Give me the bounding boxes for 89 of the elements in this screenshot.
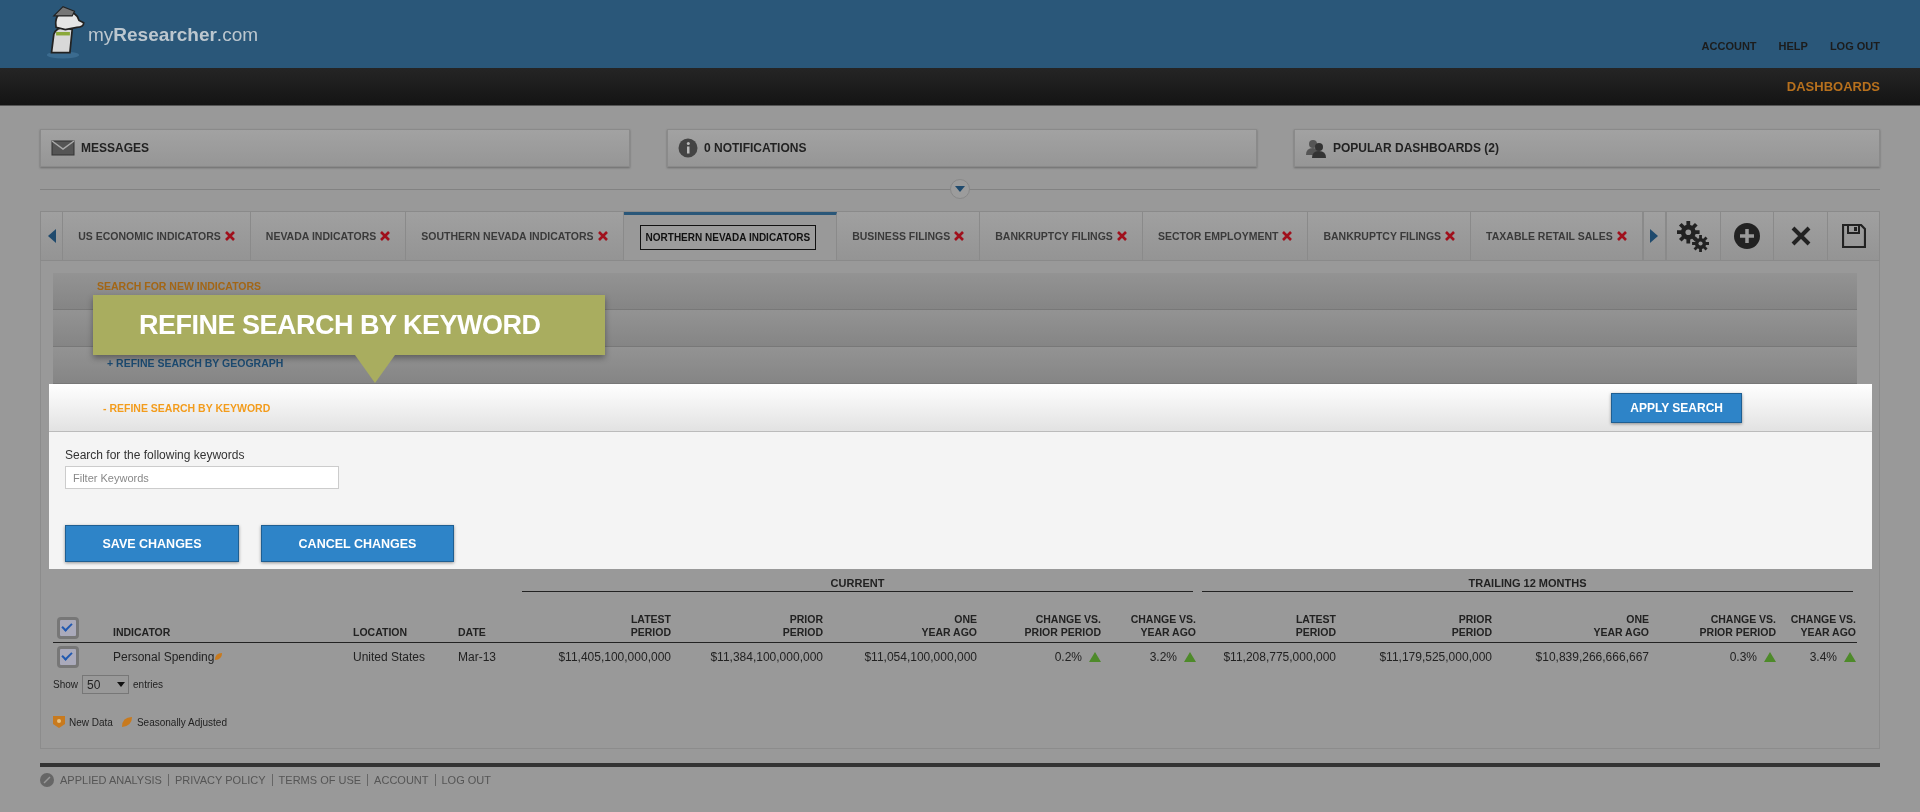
section-heading: SEARCH FOR NEW INDICATORS bbox=[97, 280, 262, 292]
apply-search-button[interactable]: APPLY SEARCH bbox=[1611, 392, 1742, 423]
close-icon bbox=[1790, 226, 1811, 246]
info-panel[interactable]: MESSAGES bbox=[40, 129, 630, 167]
panel-label: MESSAGES bbox=[81, 141, 149, 155]
gears-icon bbox=[1676, 220, 1711, 252]
people-icon bbox=[1305, 138, 1327, 158]
legend-label: New Data bbox=[69, 716, 113, 728]
close-icon[interactable] bbox=[1616, 231, 1627, 241]
legend-label: Seasonally Adjusted bbox=[136, 716, 227, 728]
table-cell: Mar-13 bbox=[458, 650, 496, 664]
close-icon[interactable] bbox=[1282, 231, 1293, 241]
close-icon[interactable] bbox=[1445, 231, 1456, 241]
column-header: CHANGE VS. YEAR AGO bbox=[1789, 613, 1857, 639]
logo-circle-icon bbox=[40, 773, 54, 787]
nav-link[interactable]: DASHBOARDS bbox=[1786, 79, 1880, 94]
column-header: CHANGE VS. PRIOR PERIOD bbox=[1698, 613, 1777, 639]
table-cell: Personal Spending bbox=[113, 650, 215, 664]
expand-caret-icon[interactable] bbox=[950, 179, 970, 199]
left-arrow-icon bbox=[47, 229, 56, 243]
column-header: LOCATION bbox=[353, 626, 409, 639]
caret-icon bbox=[117, 682, 125, 687]
info-panel[interactable]: POPULAR DASHBOARDS (2) bbox=[1294, 129, 1880, 167]
table-cell: 0.3% bbox=[1729, 650, 1757, 664]
entries-label: entries bbox=[133, 679, 164, 690]
table-cell: $11,384,100,000,000 bbox=[710, 650, 823, 664]
section-toggle-link[interactable]: + REFINE SEARCH BY GEOGRAPH bbox=[107, 357, 284, 369]
table-cell: 3.2% bbox=[1149, 650, 1177, 664]
site-logo[interactable]: myResearcher.com bbox=[88, 24, 259, 46]
header-link[interactable]: LOG OUT bbox=[1829, 40, 1880, 52]
badge-icon bbox=[53, 716, 65, 728]
dashboard-tab[interactable]: SECTOR EMPLOYMENT bbox=[1142, 212, 1309, 260]
column-header: CHANGE VS. YEAR AGO bbox=[1129, 613, 1197, 639]
table-cell: $10,839,266,666,667 bbox=[1535, 650, 1649, 664]
panel-label: POPULAR DASHBOARDS (2) bbox=[1333, 141, 1499, 155]
table-cell: United States bbox=[353, 650, 426, 664]
dashboard-tab[interactable]: BANKRUPTCY FILINGS bbox=[980, 212, 1143, 260]
table-cell: 0.2% bbox=[1054, 650, 1082, 664]
column-header: LATEST PERIOD bbox=[1294, 613, 1337, 639]
close-icon[interactable] bbox=[380, 231, 391, 241]
table-cell: 3.4% bbox=[1809, 650, 1837, 664]
table-cell: $11,179,525,000,000 bbox=[1379, 650, 1492, 664]
info-panel[interactable]: 0 NOTIFICATIONS bbox=[667, 129, 1257, 167]
leaf-icon bbox=[120, 716, 133, 728]
table-cell: $11,405,100,000,000 bbox=[558, 650, 671, 664]
header-link[interactable]: HELP bbox=[1778, 40, 1808, 52]
dashboard-tab[interactable]: NEVADA INDICATORS bbox=[250, 212, 407, 260]
footer-link[interactable]: APPLIED ANALYSIS bbox=[60, 774, 169, 786]
column-header: LATEST PERIOD bbox=[629, 613, 672, 639]
dashboard-tab[interactable]: BUSINESS FILINGS bbox=[837, 212, 981, 260]
column-header: PRIOR PERIOD bbox=[781, 613, 824, 639]
field-label: Search for the following keywords bbox=[65, 448, 245, 462]
column-group-header: CURRENT bbox=[522, 577, 1193, 592]
footer-link[interactable]: LOG OUT bbox=[441, 774, 497, 786]
info-icon bbox=[678, 138, 698, 158]
plus-circle-icon bbox=[1734, 223, 1761, 249]
action-button[interactable]: CANCEL CHANGES bbox=[261, 525, 454, 562]
column-header: CHANGE VS. PRIOR PERIOD bbox=[1023, 613, 1102, 639]
column-header: PRIOR PERIOD bbox=[1450, 613, 1493, 639]
dashboard-tab[interactable]: SOUTHERN NEVADA INDICATORS bbox=[406, 212, 624, 260]
row-checkbox[interactable] bbox=[57, 646, 79, 668]
callout-pointer bbox=[355, 355, 395, 383]
column-header: DATE bbox=[458, 626, 487, 639]
action-button[interactable]: SAVE CHANGES bbox=[65, 525, 239, 562]
header-link[interactable]: ACCOUNT bbox=[1701, 40, 1757, 52]
show-label: Show bbox=[53, 679, 78, 690]
panel-label: 0 NOTIFICATIONS bbox=[704, 141, 807, 155]
column-header: INDICATOR bbox=[113, 626, 172, 639]
column-header: ONE YEAR AGO bbox=[1592, 613, 1650, 639]
close-icon[interactable] bbox=[224, 231, 235, 241]
footer-link[interactable]: TERMS OF USE bbox=[278, 774, 369, 786]
table-cell: $11,208,775,000,000 bbox=[1223, 650, 1336, 664]
dashboard-tab[interactable]: TAXABLE RETAIL SALES bbox=[1471, 212, 1643, 260]
column-header: ONE YEAR AGO bbox=[920, 613, 978, 639]
right-arrow-icon bbox=[1650, 229, 1659, 243]
close-icon[interactable] bbox=[597, 231, 608, 241]
close-icon[interactable] bbox=[1116, 231, 1127, 241]
keyword-input[interactable]: Filter Keywords bbox=[65, 466, 339, 489]
dashboard-tab[interactable]: BANKRUPTCY FILINGS bbox=[1308, 212, 1472, 260]
select-all-checkbox[interactable] bbox=[57, 617, 79, 639]
envelope-icon bbox=[51, 140, 75, 156]
close-icon[interactable] bbox=[954, 231, 965, 241]
table-cell: $11,054,100,000,000 bbox=[864, 650, 977, 664]
footer-link[interactable]: PRIVACY POLICY bbox=[174, 774, 273, 786]
footer-link[interactable]: ACCOUNT bbox=[374, 774, 436, 786]
column-group-header: TRAILING 12 MONTHS bbox=[1202, 577, 1853, 592]
dashboard-tab[interactable]: US ECONOMIC INDICATORS bbox=[63, 212, 251, 260]
entries-dropdown[interactable]: 50 bbox=[82, 675, 129, 694]
dashboard-tab[interactable]: NORTHERN NEVADA INDICATORS bbox=[623, 212, 838, 260]
